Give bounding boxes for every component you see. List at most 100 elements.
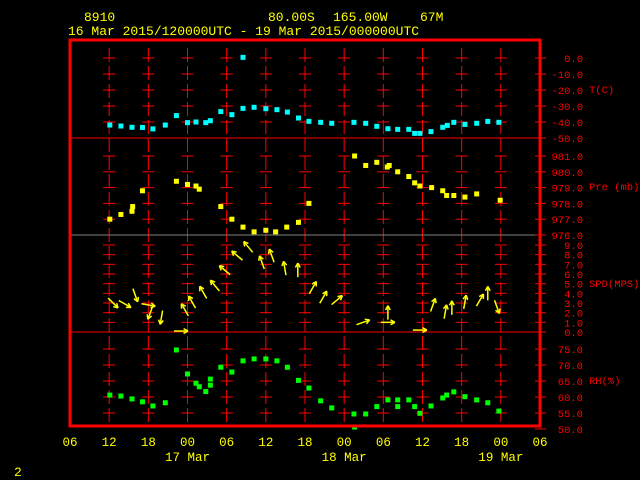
pressure-point (462, 194, 468, 200)
temperature-point (385, 126, 391, 132)
temperature-point (129, 124, 135, 130)
temperature-point (240, 54, 246, 60)
temperature-point (207, 118, 213, 124)
temperature-point (496, 119, 502, 125)
date-label: 18 Mar (322, 451, 367, 465)
wind-vector (209, 279, 220, 292)
rh-point (207, 382, 213, 388)
rh-point (107, 392, 113, 398)
rh-point (207, 376, 213, 382)
rh-point (412, 404, 418, 410)
pressure-point (417, 183, 423, 189)
pressure-point (185, 181, 190, 187)
axes: 0.0 -10.0 -20.0 -30.0 -40.0 -50.0 T(C) 981.0 980… (62, 38, 639, 465)
rh-point (363, 411, 369, 417)
rh-point (203, 389, 209, 395)
temperature-point (444, 122, 450, 128)
rh-point (496, 408, 502, 414)
temperature-point (318, 119, 324, 125)
wind-vector (462, 294, 469, 310)
longitude: 165.00W (333, 10, 388, 25)
wind-vector-head (136, 296, 140, 302)
wind-vector (356, 318, 371, 326)
y-tick-label: 979.0 (551, 184, 583, 196)
pressure-point (406, 174, 412, 180)
y-tick-label: 0.0 (564, 328, 583, 340)
station-id: 8910 (84, 10, 115, 25)
temperature-point (451, 119, 457, 125)
x-tick-label: 00 (493, 436, 508, 450)
temperature-point (274, 107, 280, 113)
pressure-point (218, 204, 224, 210)
panel-label-wind: SPD(MPS) (589, 279, 639, 291)
temperature-point (284, 109, 290, 115)
y-tick-label: 75.0 (558, 345, 583, 357)
temperature-point (240, 105, 246, 111)
pressure-point (295, 219, 301, 225)
rh-point (162, 400, 168, 406)
wind-vector (493, 300, 501, 315)
y-tick-label: -40.0 (551, 118, 583, 130)
rh-point (374, 404, 380, 410)
rh-point (173, 347, 179, 353)
temperature-point (251, 104, 257, 110)
pressure-point (129, 208, 135, 214)
rh-point (329, 405, 335, 411)
temperature-point (462, 121, 468, 127)
latitude: 80.00S (268, 10, 315, 25)
wind-vector (132, 288, 140, 303)
temperature-point (263, 106, 269, 112)
pressure-point (240, 224, 246, 230)
pressure-point (273, 229, 279, 235)
pressure-point (444, 193, 450, 198)
wind-vector (319, 290, 328, 304)
meteogram: 8910 80.00S 165.00W 67M 16 Mar 2015/1200… (14, 10, 639, 480)
rh-point (229, 369, 235, 375)
x-tick-label: 06 (219, 436, 234, 450)
wind-vector (448, 300, 455, 315)
y-tick-label: 980.0 (551, 168, 583, 180)
pressure-point (229, 216, 235, 222)
temperature-point (440, 124, 446, 130)
pressure-point (386, 162, 392, 168)
temperature-point (193, 119, 199, 125)
x-tick-label: 18 (454, 436, 469, 450)
temperature-point (185, 120, 190, 126)
elevation: 67M (420, 10, 443, 25)
x-tick-label: 00 (337, 436, 352, 450)
y-tick-label: 0.0 (564, 54, 583, 66)
y-tick-label: 60.0 (558, 393, 583, 405)
y-tick-label: 55.0 (558, 409, 583, 421)
wind-vector-head (242, 241, 246, 247)
rh-point (306, 385, 312, 391)
y-tick-label: 70.0 (558, 361, 583, 373)
temperature-point (107, 122, 113, 128)
temperature-point (203, 120, 209, 126)
wind-vector-head (281, 261, 285, 267)
wind-vector (475, 293, 485, 307)
pressure-point (118, 211, 124, 217)
pressure-point (107, 216, 113, 222)
rh-point (444, 392, 450, 398)
pressure-point (363, 162, 369, 168)
temperature-point (295, 115, 301, 121)
pressure-point (284, 224, 290, 230)
rh-point (240, 358, 246, 364)
pressure-point (251, 229, 257, 235)
wind-vector (157, 310, 164, 325)
y-tick-label: 65.0 (558, 377, 583, 389)
x-tick-label: 18 (141, 436, 156, 450)
wind-vector-head (337, 294, 343, 298)
y-tick-label: 981.0 (551, 152, 583, 164)
rh-point (251, 356, 257, 362)
pressure-point (263, 227, 269, 233)
rh-point (462, 394, 468, 400)
wind-vector (258, 255, 266, 270)
date-label: 19 Mar (478, 451, 523, 465)
rh-point (139, 399, 145, 405)
rh-point (395, 397, 401, 403)
pressure-point (196, 186, 202, 192)
temperature-point (417, 130, 423, 136)
rh-point (150, 403, 156, 409)
temperature-point (173, 113, 179, 119)
